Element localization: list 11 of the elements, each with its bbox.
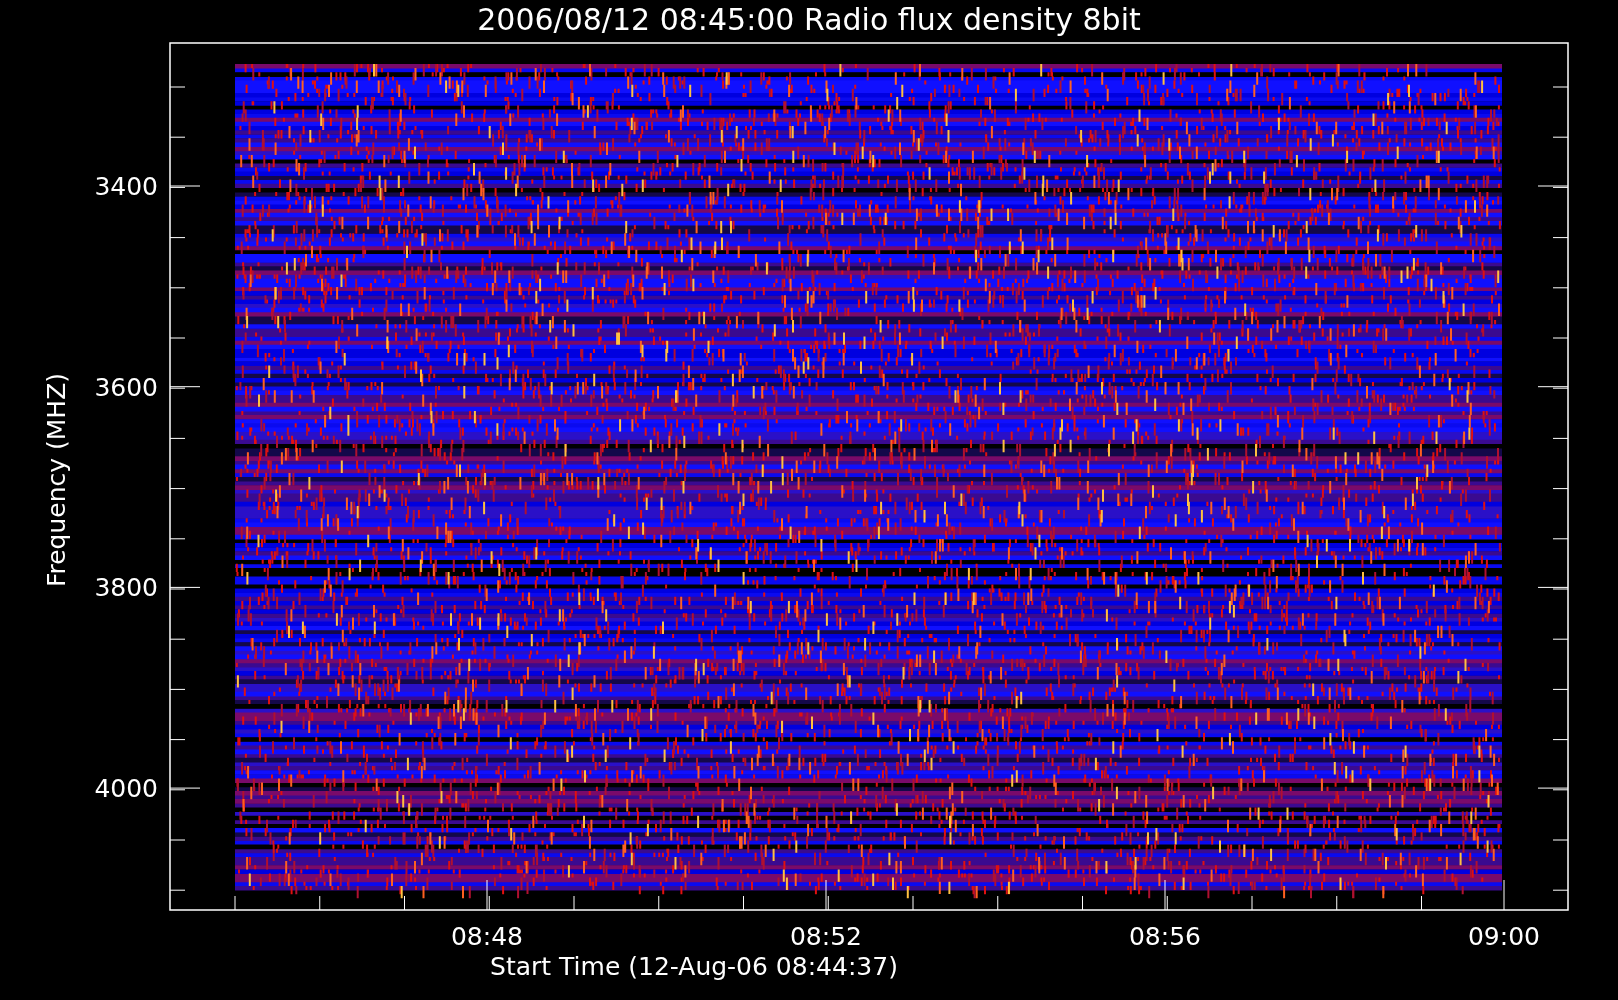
y-axis-title: Frequency (MHZ) xyxy=(42,372,71,588)
x-tick-label: 08:56 xyxy=(1129,922,1201,951)
y-tick-label: 3400 xyxy=(94,172,158,201)
y-tick-label: 3800 xyxy=(94,573,158,603)
x-axis-title: Start Time (12-Aug-06 08:44:37) xyxy=(490,952,898,981)
x-tick-label: 09:00 xyxy=(1468,922,1540,951)
plot-title: 2006/08/12 08:45:00 Radio flux density 8bit xyxy=(477,2,1141,37)
x-tick-label: 08:48 xyxy=(451,922,523,951)
x-tick-label: 08:52 xyxy=(790,922,862,951)
y-tick-label: 4000 xyxy=(94,774,158,804)
y-tick-label: 3600 xyxy=(94,372,158,402)
